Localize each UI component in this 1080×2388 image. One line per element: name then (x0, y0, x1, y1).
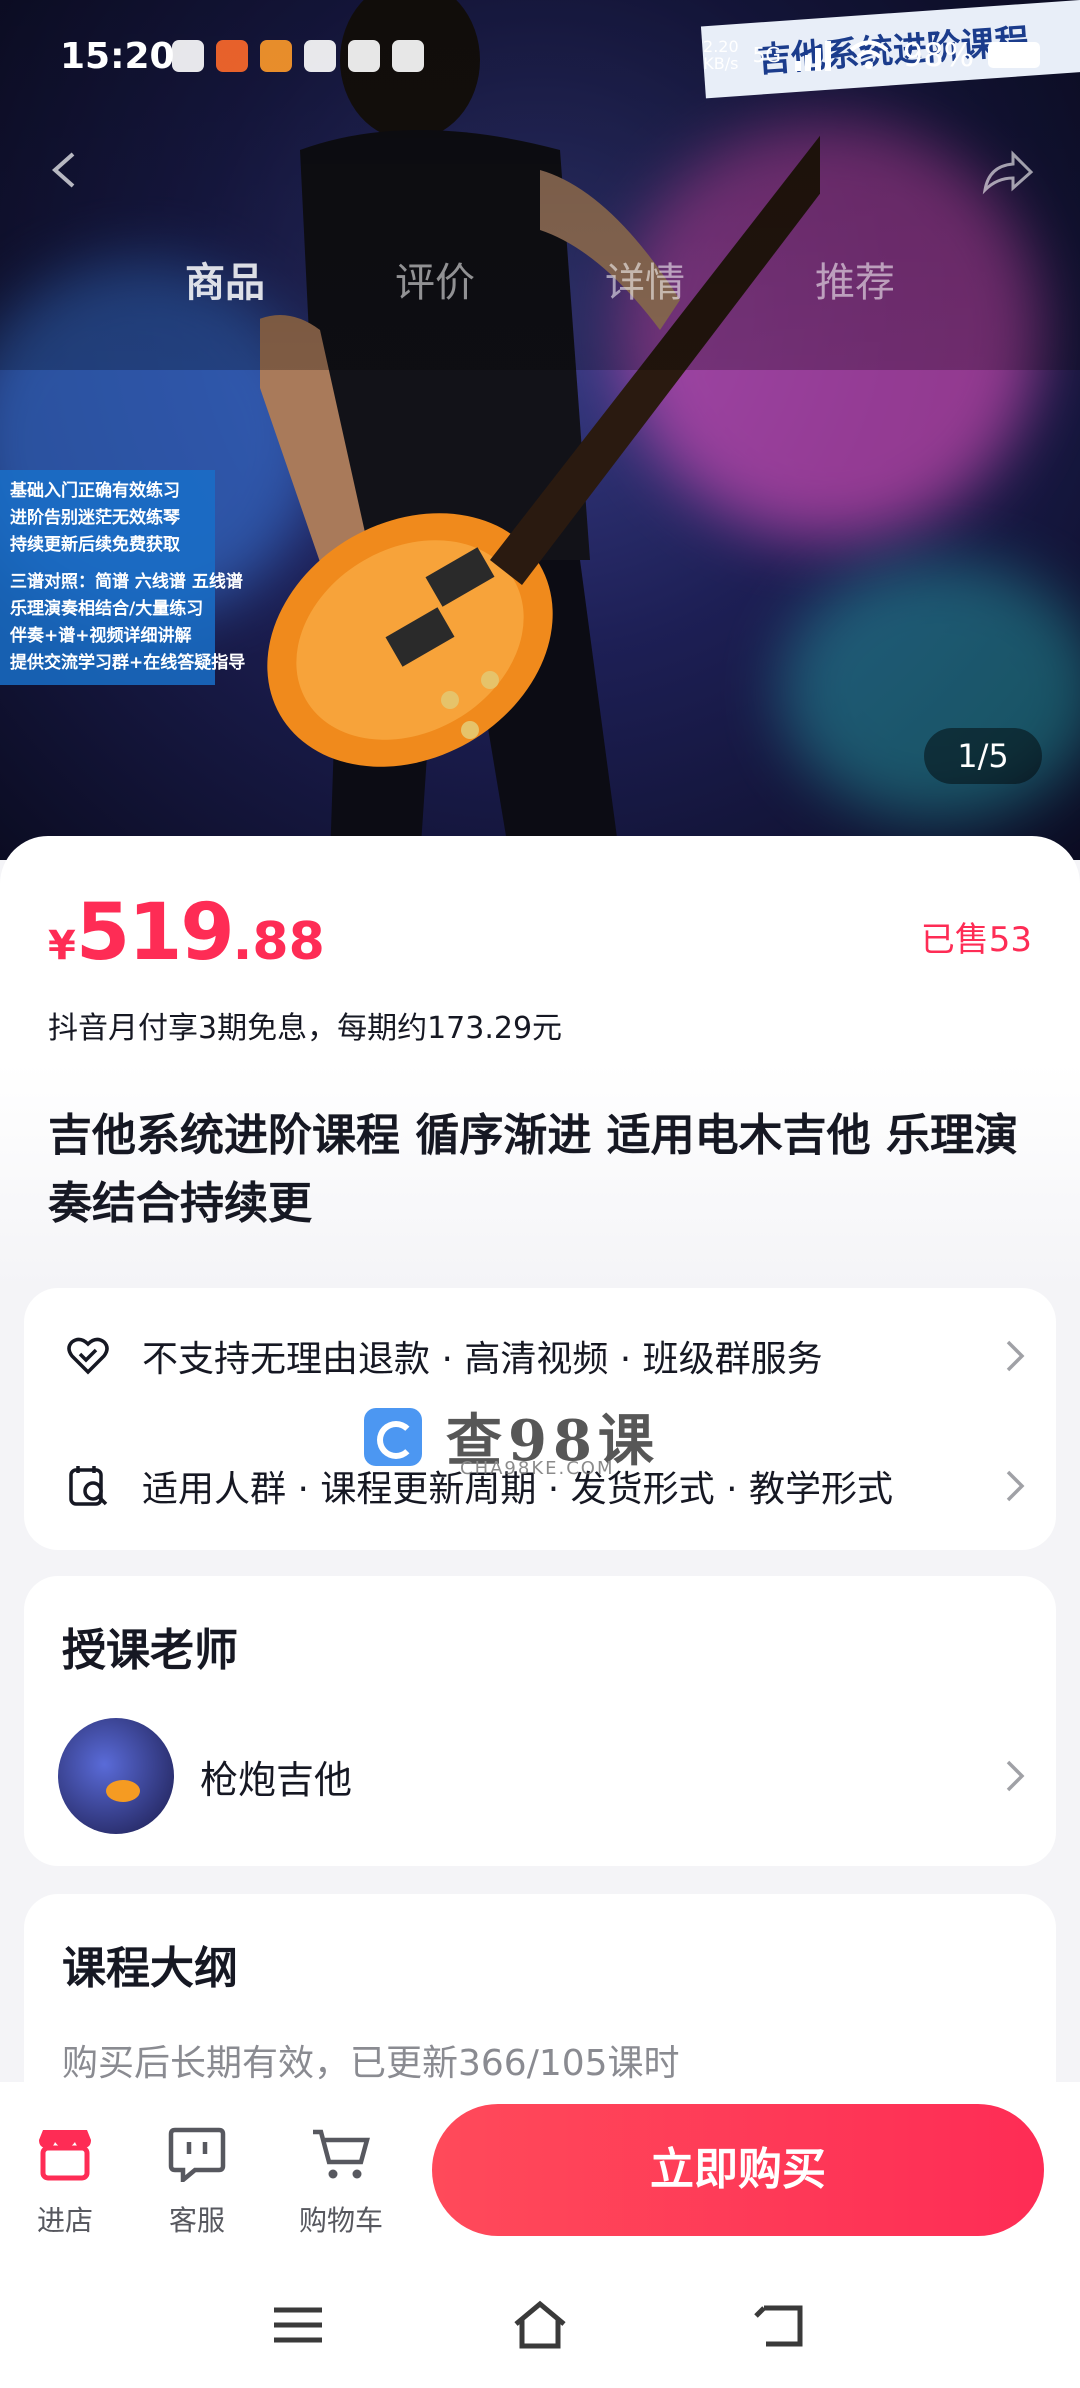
network-speed-value: 2.20 (703, 37, 739, 56)
tab-product[interactable]: 商品 (185, 250, 265, 350)
tab-recommend[interactable]: 推荐 (815, 250, 895, 350)
store-icon (39, 2130, 91, 2181)
network-speed-unit: KB/s (703, 54, 739, 73)
promo-line: 持续更新后续免费获取 (10, 535, 180, 555)
chevron-right-icon (1006, 1760, 1025, 1792)
buy-now-button[interactable]: 立即购买 (432, 2104, 1044, 2236)
teacher-name: 枪炮吉他 (200, 1757, 353, 1802)
back-icon[interactable] (752, 2300, 812, 2350)
heart-shield-icon (67, 1337, 109, 1375)
tab-details[interactable]: 详情 (605, 250, 685, 350)
chevron-right-icon (1006, 1340, 1025, 1372)
shopping-cart-icon (313, 2129, 370, 2179)
battery-percent: 98% (902, 36, 974, 74)
wifi-icon (849, 40, 889, 69)
status-bar: 15:20 2.20 KB/s 5G 98% (0, 0, 1080, 110)
promo-line: 提供交流学习群+在线答疑指导 (10, 653, 246, 673)
price-integer: 519 (75, 888, 235, 978)
promo-line: 伴奏+谱+视频详细讲解 (10, 626, 192, 646)
app-notification-icon (304, 40, 336, 72)
promo-line: 三谱对照：简谱 六线谱 五线谱 (10, 572, 243, 592)
network-type: 5G (752, 43, 781, 67)
price: ¥519.88 (48, 888, 325, 978)
product-title: 吉他系统进阶课程 循序渐进 适用电木吉他 乐理演奏结合持续更 (48, 1110, 1018, 1229)
promo-text-box: 基础入门正确有效练习 进阶告别迷茫无效练琴 持续更新后续免费获取 三谱对照：简谱… (0, 470, 246, 685)
image-counter: 1/5 (924, 728, 1042, 784)
network-speed: 2.20 KB/s (703, 38, 739, 72)
status-right: 2.20 KB/s 5G 98% (703, 36, 1040, 74)
customer-service-button[interactable]: 客服 (142, 2126, 252, 2239)
installment-info: 抖音月付享3期免息，每期约173.29元 (48, 1011, 563, 1046)
customer-service-label: 客服 (168, 2204, 225, 2237)
chevron-right-icon (1006, 1470, 1025, 1502)
sold-count: 已售53 (920, 920, 1032, 960)
status-time: 15:20 (60, 36, 175, 77)
shop-button[interactable]: 进店 (10, 2126, 120, 2239)
shop-label: 进店 (36, 2204, 93, 2237)
app-notification-icon (348, 40, 380, 72)
nav-tabs: 商品 评价 详情 推荐 (0, 250, 1080, 350)
price-decimal: .88 (232, 912, 325, 972)
tab-reviews[interactable]: 评价 (395, 250, 475, 350)
document-search-icon (69, 1466, 108, 1506)
app-notification-icon (392, 40, 424, 72)
chat-bubble-icon (168, 2127, 226, 2185)
promo-line: 乐理演奏相结合/大量练习 (10, 599, 204, 619)
system-navigation-bar (0, 2262, 1080, 2388)
battery-icon (988, 42, 1040, 68)
outline-summary: 购买后长期有效，已更新366/105课时 (62, 2043, 680, 2084)
watermark-sub: CHA98KE.COM (460, 1458, 615, 1479)
watermark: 查98课 CHA98KE.COM (364, 1396, 660, 1479)
teacher-row[interactable]: 枪炮吉他 (58, 1718, 1026, 1834)
teacher-avatar[interactable] (58, 1718, 174, 1834)
promo-line: 基础入门正确有效练习 (10, 481, 180, 501)
share-icon[interactable] (979, 150, 1035, 196)
signal-icon (794, 41, 831, 71)
cart-button[interactable]: 购物车 (286, 2126, 396, 2239)
price-currency: ¥ (48, 923, 76, 969)
back-arrow-icon[interactable] (45, 150, 85, 190)
promo-line: 进阶告别迷茫无效练琴 (10, 508, 180, 528)
app-notification-icon (172, 40, 204, 72)
app-notification-icon (260, 40, 292, 72)
product-image-carousel[interactable]: 吉他系统进阶课程 基础入门正确有效练习 进阶告别迷茫无效练琴 持续更新后续免费获… (0, 0, 1080, 860)
service-guarantee-text: 不支持无理由退款 · 高清视频 · 班级群服务 (142, 1339, 823, 1380)
watermark-logo-icon (364, 1407, 422, 1466)
outline-section-title: 课程大纲 (62, 1943, 238, 1994)
notification-icons (172, 40, 424, 72)
app-notification-icon (216, 40, 248, 72)
teacher-card: 授课老师 枪炮吉他 (24, 1576, 1056, 1866)
cart-label: 购物车 (298, 2204, 383, 2237)
menu-icon[interactable] (268, 2300, 328, 2350)
teacher-section-title: 授课老师 (62, 1625, 238, 1676)
bottom-action-bar: 进店 客服 购物车 立即购买 (0, 2082, 1080, 2262)
stage-light (780, 560, 1080, 820)
service-guarantee-row[interactable]: 不支持无理由退款 · 高清视频 · 班级群服务 (66, 1326, 1026, 1386)
home-icon[interactable] (510, 2300, 570, 2350)
